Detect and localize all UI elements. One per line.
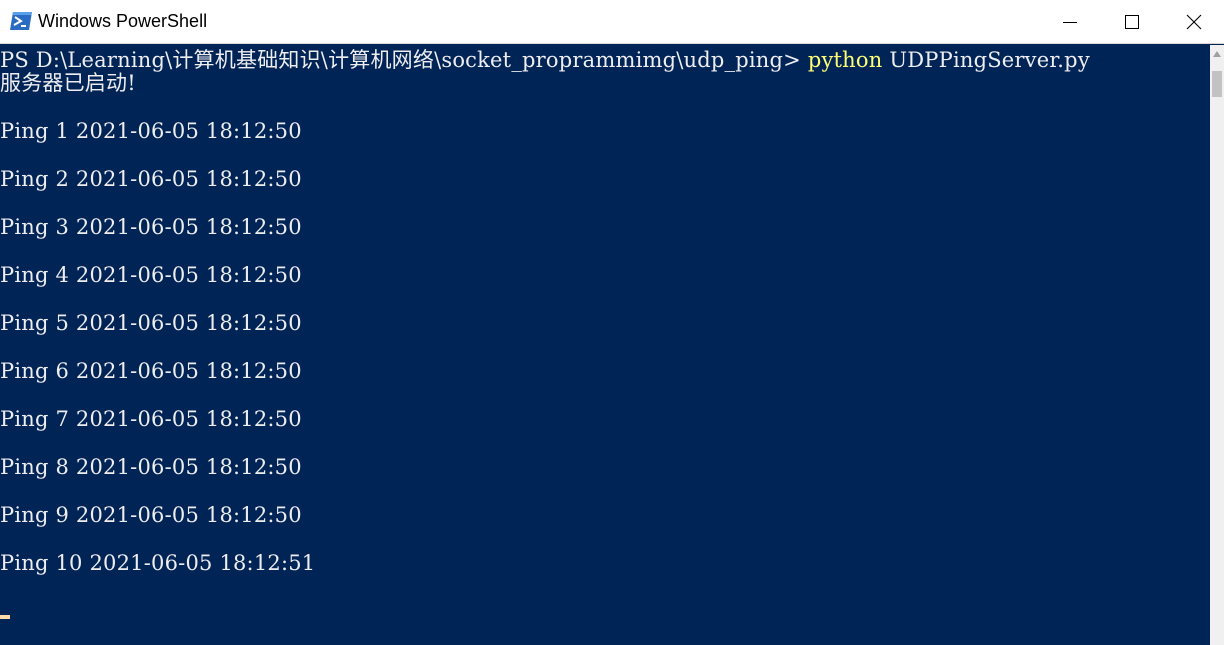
- command-args: UDPPingServer.py: [882, 48, 1090, 72]
- maximize-icon: [1125, 15, 1139, 29]
- powershell-icon[interactable]: [9, 11, 33, 31]
- ping-line: Ping 8 2021-06-05 18:12:50: [0, 455, 302, 479]
- minimize-button[interactable]: [1040, 0, 1100, 44]
- ping-line: Ping 2 2021-06-05 18:12:50: [0, 167, 302, 191]
- scroll-up-arrow-icon[interactable]: [1213, 51, 1221, 57]
- ping-line: Ping 7 2021-06-05 18:12:50: [0, 407, 302, 431]
- text-cursor: [0, 615, 10, 619]
- close-button[interactable]: [1164, 0, 1224, 44]
- ping-line: Ping 4 2021-06-05 18:12:50: [0, 263, 302, 287]
- title-bar[interactable]: Windows PowerShell: [0, 0, 1224, 44]
- maximize-button[interactable]: [1102, 0, 1162, 44]
- console-output[interactable]: PS D:\Learning\计算机基础知识\计算机网络\socket_prop…: [0, 45, 1210, 645]
- ping-line: Ping 5 2021-06-05 18:12:50: [0, 311, 302, 335]
- close-icon: [1186, 14, 1202, 30]
- window-title: Windows PowerShell: [38, 11, 208, 31]
- ping-line: Ping 10 2021-06-05 18:12:51: [0, 551, 316, 575]
- vertical-scrollbar[interactable]: [1210, 45, 1224, 645]
- ping-line: Ping 1 2021-06-05 18:12:50: [0, 119, 302, 143]
- prompt-text: PS D:\Learning\计算机基础知识\计算机网络\socket_prop…: [0, 48, 808, 72]
- server-started-message: 服务器已启动!: [0, 71, 136, 95]
- ping-line: Ping 9 2021-06-05 18:12:50: [0, 503, 302, 527]
- scroll-thumb[interactable]: [1212, 71, 1222, 97]
- ping-line: Ping 6 2021-06-05 18:12:50: [0, 359, 302, 383]
- ping-line: Ping 3 2021-06-05 18:12:50: [0, 215, 302, 239]
- minimize-icon: [1063, 22, 1077, 23]
- command-line: PS D:\Learning\计算机基础知识\计算机网络\socket_prop…: [0, 48, 1090, 72]
- command-text: python: [807, 48, 883, 72]
